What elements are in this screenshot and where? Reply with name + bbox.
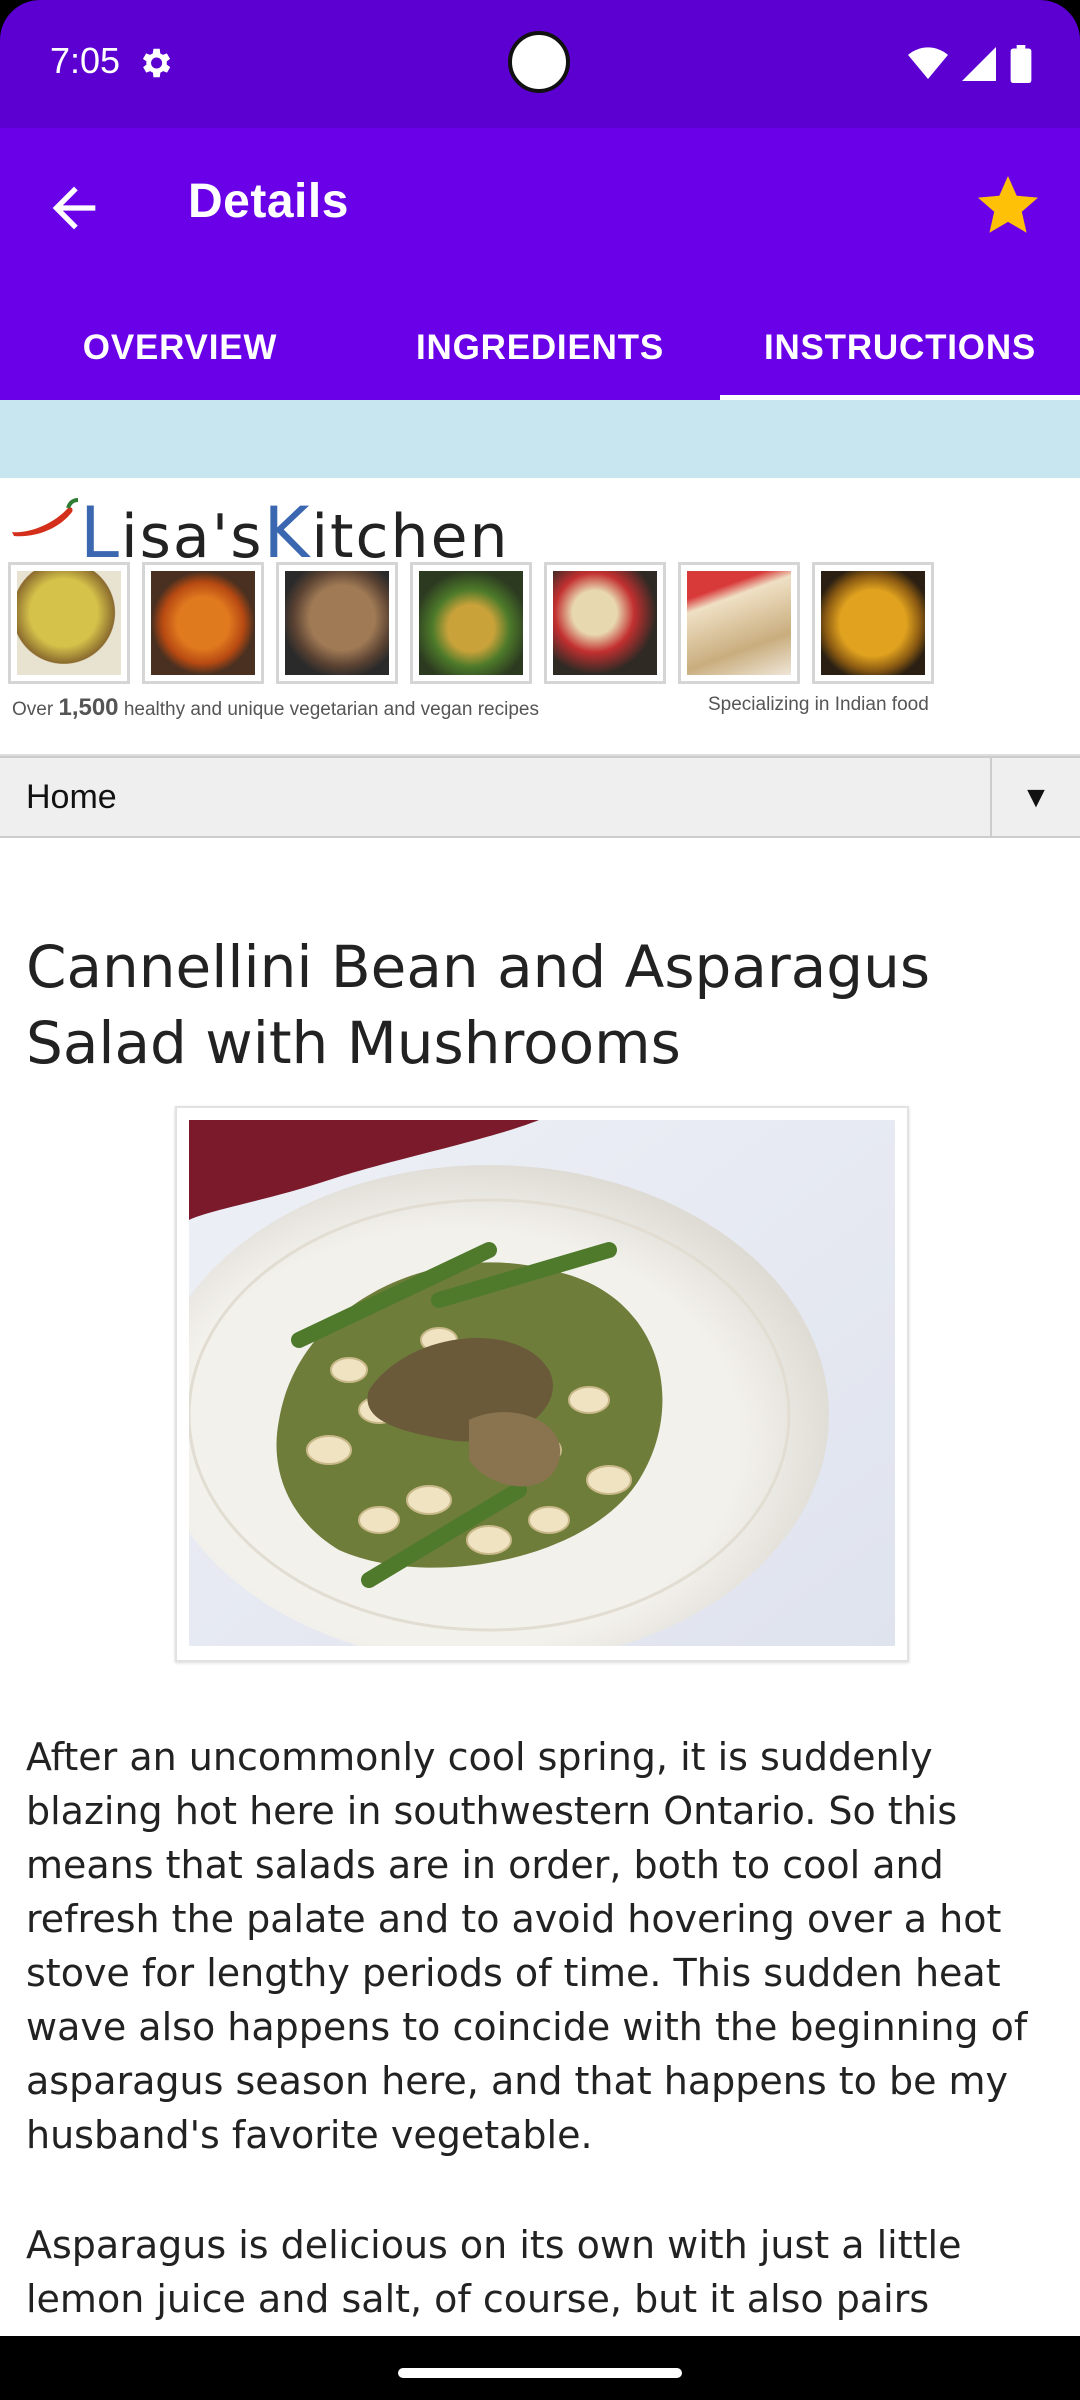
battery-icon [1010,45,1032,83]
recipe-photo-frame [175,1106,909,1662]
wifi-icon [908,47,948,79]
app-bar: Details OVERVIEW INGREDIENTS INSTRUCTION… [0,128,1080,400]
recipe-photo-drawing [189,1120,895,1646]
blue-strip [0,400,1080,478]
article-paragraph-2: Asparagus is delicious on its own with j… [26,2223,962,2321]
site-banner[interactable]: Lisa'sKitchen Over 1,500 healthy and uni… [0,478,1080,756]
thumbnail-4 [410,562,532,684]
nav-dropdown[interactable]: Home ▼ [0,756,1080,838]
recipe-title: Cannellini Bean and Asparagus Salad with… [26,932,931,1077]
signal-icon [962,47,996,81]
page-title: Details [188,175,349,228]
tab-instructions[interactable]: INSTRUCTIONS [720,300,1080,400]
system-icons [908,44,1032,84]
thumbnail-6 [678,562,800,684]
thumbnail-7 [812,562,934,684]
chili-icon [12,498,79,537]
gesture-handle[interactable] [398,2368,682,2378]
tab-overview[interactable]: OVERVIEW [0,300,360,400]
banner-tagline: Over 1,500 healthy and unique vegetarian… [12,694,539,721]
gear-icon [142,48,171,78]
banner-thumbnails [8,562,934,684]
back-arrow-icon[interactable] [42,176,106,240]
thumbnail-5 [544,562,666,684]
banner-specialty: Specializing in Indian food [708,694,929,715]
nav-dropdown-value: Home [26,778,117,816]
thumbnail-2 [142,562,264,684]
tab-ingredients[interactable]: INGREDIENTS [360,300,720,400]
status-bar: 7:05 [0,0,1080,128]
recipe-photo [189,1120,895,1646]
star-icon[interactable] [972,170,1044,242]
tab-bar: OVERVIEW INGREDIENTS INSTRUCTIONS [0,300,1080,400]
camera-cutout [508,31,570,93]
article-paragraph-1: After an uncommonly cool spring, it is s… [26,1735,1028,2157]
web-content[interactable]: Lisa'sKitchen Over 1,500 healthy and uni… [0,400,1080,2336]
dropdown-arrow-icon[interactable]: ▼ [990,758,1080,836]
thumbnail-1 [8,562,130,684]
thumbnail-3 [276,562,398,684]
status-time: 7:05 [50,40,121,81]
